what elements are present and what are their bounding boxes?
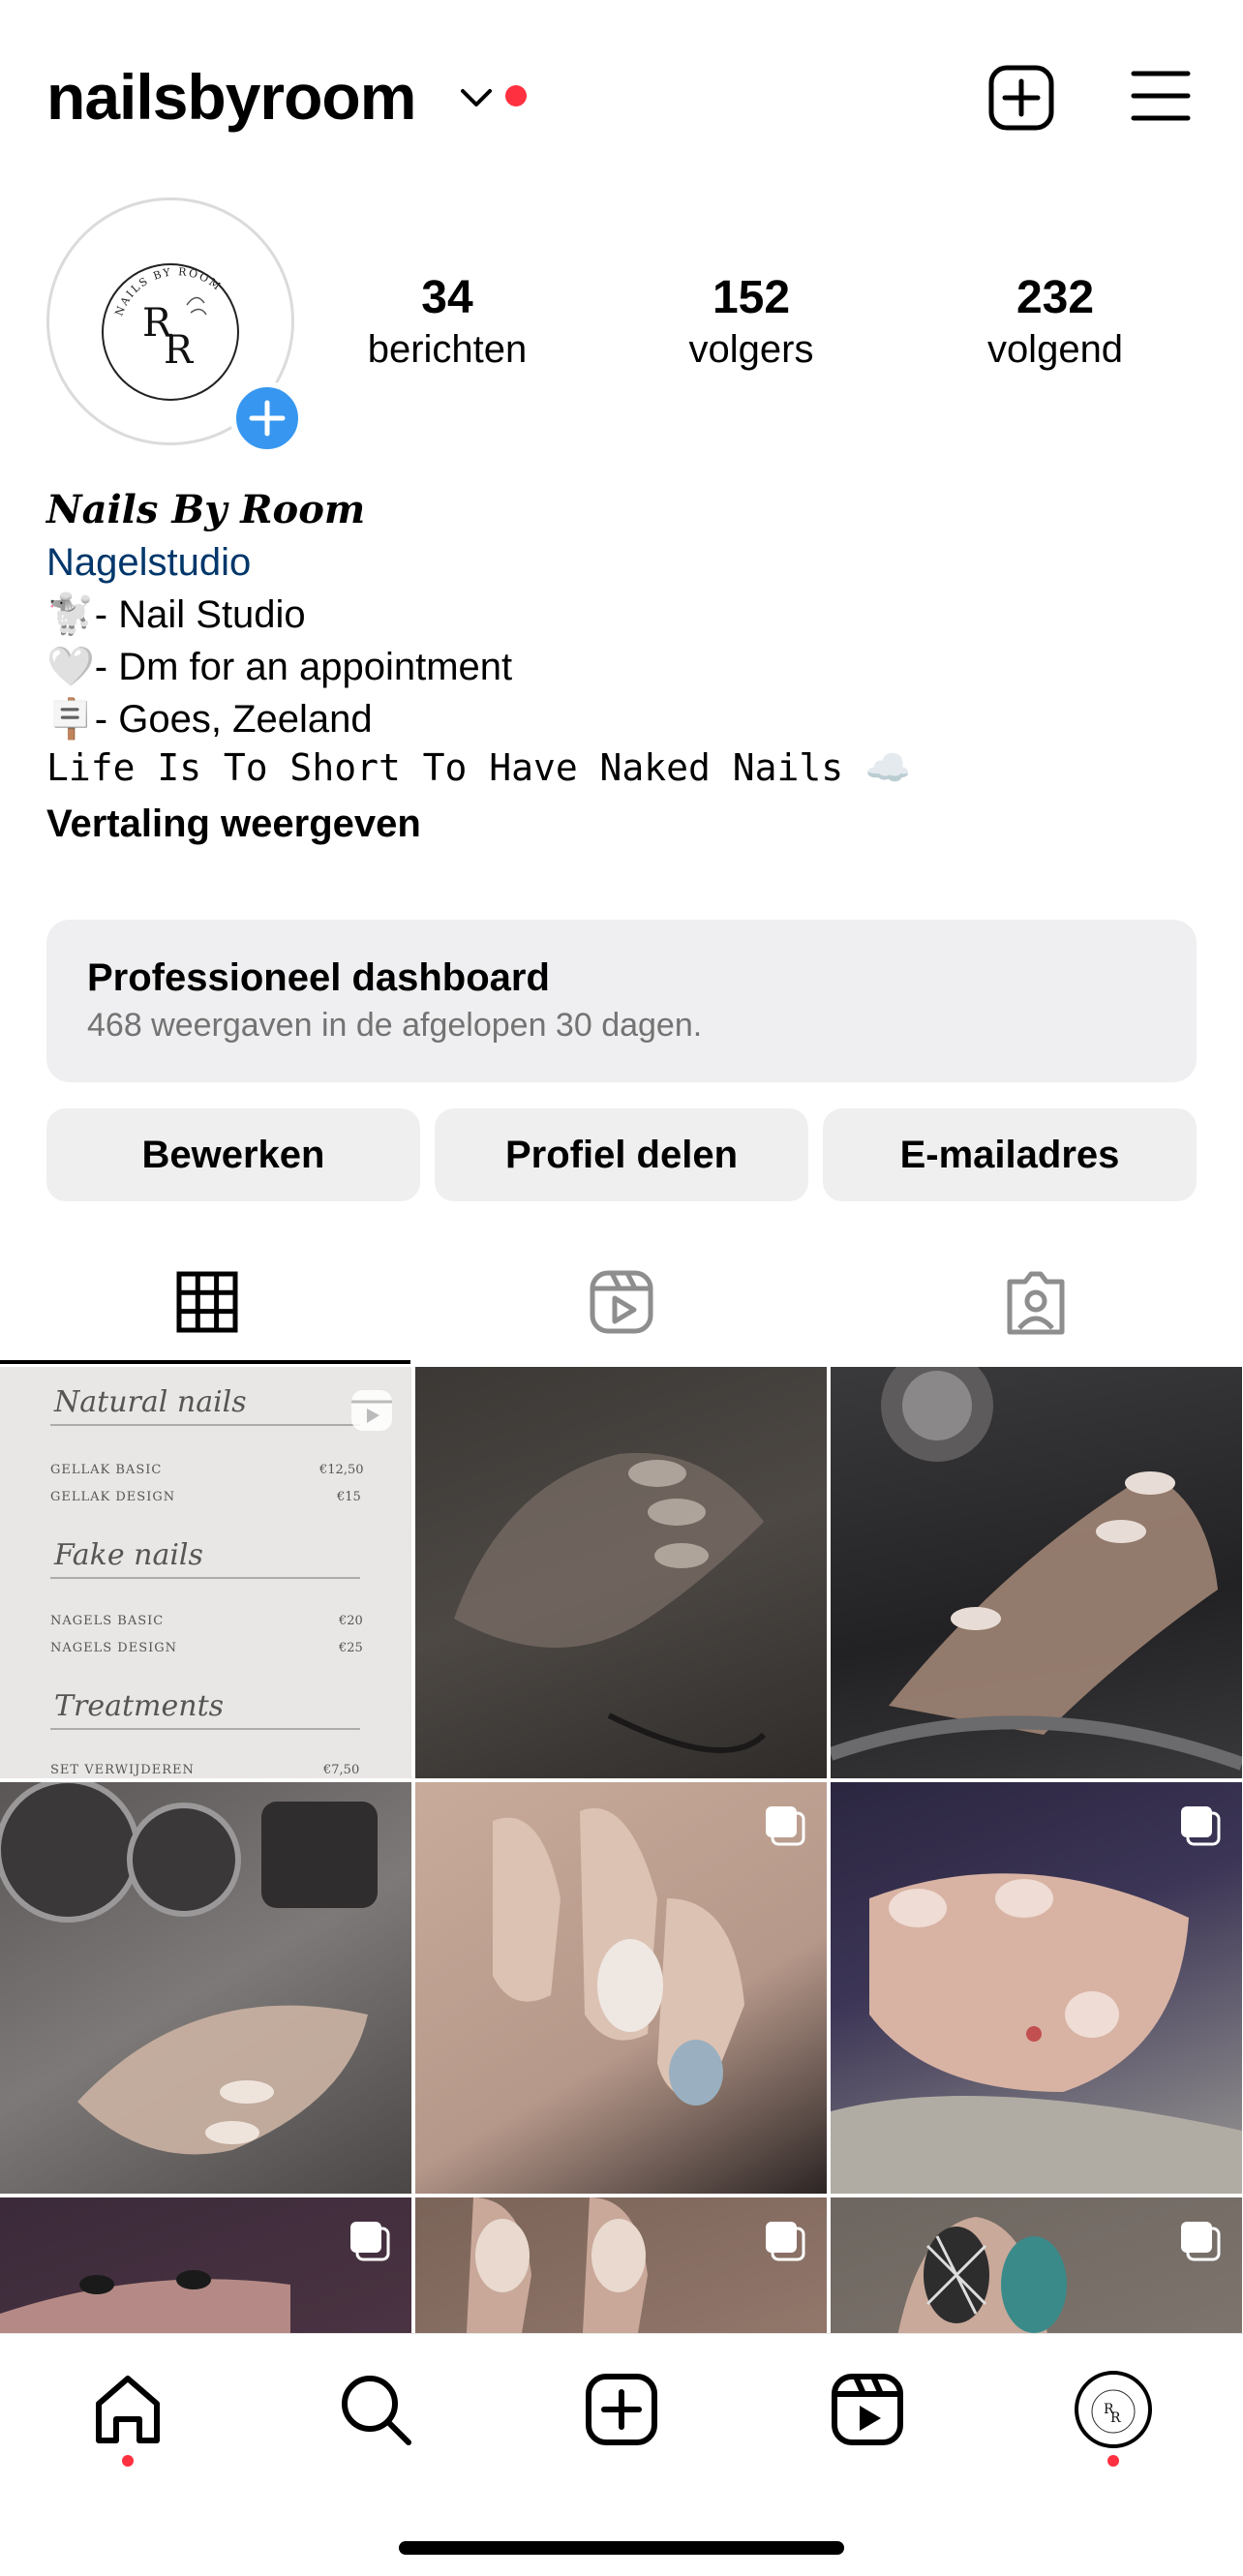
grid-post-5[interactable] <box>415 1782 827 2194</box>
grid-post-4[interactable] <box>0 1782 411 2194</box>
posts-stat[interactable]: 34 berichten <box>321 271 573 374</box>
following-count: 232 <box>1016 272 1095 323</box>
category-label[interactable]: Nagelstudio <box>46 536 1198 589</box>
menu-price-1: €12,50 <box>318 1463 364 1477</box>
menu-price-3: €20 <box>338 1614 363 1628</box>
carousel-icon <box>1181 1806 1221 1846</box>
grid-post-6[interactable] <box>831 1782 1242 2194</box>
profile-nav-avatar[interactable]: R R <box>1075 2371 1152 2448</box>
profile-activity-dot <box>1107 2455 1119 2467</box>
followers-count: 152 <box>712 272 791 323</box>
tagged-icon <box>1007 1271 1065 1335</box>
menu-item-5: SET VERWIJDEREN <box>50 1763 195 1777</box>
menu-section-2-title: Fake nails <box>53 1538 203 1572</box>
grid-post-7[interactable] <box>0 2197 411 2335</box>
nav-logo-r2: R <box>1110 2410 1121 2426</box>
bio-line-2: 🤍- Dm for an appointment <box>46 646 513 688</box>
posts-grid: Natural nails GELLAK BASIC €12,50 GELLAK… <box>0 1367 1243 2335</box>
menu-price-5: €7,50 <box>322 1763 359 1777</box>
menu-item-3: NAGELS BASIC <box>50 1614 164 1628</box>
grid-post-3[interactable] <box>831 1367 1242 1778</box>
chevron-down-icon[interactable] <box>457 79 496 118</box>
menu-price-2: €15 <box>336 1490 361 1504</box>
carousel-icon <box>766 2222 805 2261</box>
dashboard-subtitle: 468 weergaven in de afgelopen 30 dagen. <box>87 1007 703 1044</box>
nails-photo <box>454 1452 767 1753</box>
tagged-tab[interactable] <box>829 1239 1243 1365</box>
home-indicator <box>399 2541 844 2555</box>
professional-dashboard[interactable]: Professioneel dashboard 468 weergaven in… <box>46 920 1197 1082</box>
bottom-navigation: R R <box>0 2333 1243 2576</box>
home-icon[interactable] <box>89 2371 167 2448</box>
avatar-logo-small: R R <box>1091 2389 1136 2434</box>
profile-bio: 𝑵𝒂𝒊𝒍𝒔 𝑩𝒚 𝑹𝒐𝒐𝒎 Nagelstudio 🐩- Nail Studio… <box>46 484 1198 850</box>
reels-icon <box>590 1270 653 1334</box>
carousel-icon <box>1181 2222 1221 2261</box>
bio-line-3: 🪧- Goes, Zeeland <box>46 698 373 741</box>
menu-item-4: NAGELS DESIGN <box>50 1641 177 1655</box>
share-profile-button[interactable]: Profiel delen <box>435 1108 808 1201</box>
search-icon[interactable] <box>337 2371 414 2448</box>
grid-post-2[interactable] <box>415 1367 827 1778</box>
add-story-button[interactable] <box>230 381 304 455</box>
followers-label: volgers <box>688 328 814 371</box>
reels-tab[interactable] <box>414 1239 829 1365</box>
profile-avatar[interactable]: NAILS BY ROOM R R <box>46 197 304 455</box>
grid-icon <box>176 1271 238 1333</box>
menu-section-3-title: Treatments <box>54 1689 224 1723</box>
translate-link[interactable]: Vertaling weergeven <box>46 798 1198 850</box>
reel-badge-icon <box>351 1390 392 1431</box>
carousel-icon <box>350 2222 390 2261</box>
nails-photo <box>0 1782 378 2155</box>
username-switcher[interactable]: nailsbyroom <box>46 60 416 134</box>
grid-post-1[interactable]: Natural nails GELLAK BASIC €12,50 GELLAK… <box>0 1367 411 1778</box>
nails-photo <box>831 1367 1242 1771</box>
logo-r2: R <box>164 328 195 373</box>
following-stat[interactable]: 232 volgend <box>929 271 1181 374</box>
following-label: volgend <box>986 328 1124 371</box>
menu-section-1-title: Natural nails <box>53 1385 247 1419</box>
dashboard-title: Professioneel dashboard <box>87 956 550 999</box>
email-button[interactable]: E-mailadres <box>823 1108 1197 1201</box>
reels-nav-icon[interactable] <box>829 2371 906 2448</box>
create-icon[interactable] <box>583 2371 660 2448</box>
grid-post-8[interactable] <box>415 2197 827 2335</box>
followers-stat[interactable]: 152 volgers <box>625 271 877 374</box>
menu-item-1: GELLAK BASIC <box>50 1463 162 1477</box>
grid-post-9[interactable] <box>831 2197 1242 2335</box>
plus-icon <box>249 400 286 437</box>
new-post-icon[interactable] <box>987 64 1055 132</box>
profile-header: nailsbyroom <box>0 0 1243 194</box>
menu-price-4: €25 <box>338 1641 363 1655</box>
menu-item-2: GELLAK DESIGN <box>50 1490 175 1504</box>
bio-line-4: 𝙻𝚒𝚏𝚎 𝙸𝚜 𝚃𝚘 𝚂𝚑𝚘𝚛𝚝 𝚃𝚘 𝙷𝚊𝚟𝚎 𝙽𝚊𝚔𝚎𝚍 𝙽𝚊𝚒𝚕𝚜 ☁️ <box>46 750 912 792</box>
notification-dot <box>505 85 527 106</box>
posts-count: 34 <box>421 272 473 323</box>
posts-label: berichten <box>367 328 528 371</box>
carousel-icon <box>766 1806 805 1846</box>
active-tab-indicator <box>0 1360 410 1364</box>
grid-tab[interactable] <box>0 1239 414 1365</box>
menu-icon[interactable] <box>1131 68 1191 124</box>
display-name: 𝑵𝒂𝒊𝒍𝒔 𝑩𝒚 𝑹𝒐𝒐𝒎 <box>46 487 366 532</box>
edit-profile-button[interactable]: Bewerken <box>46 1108 420 1201</box>
bio-line-1: 🐩- Nail Studio <box>46 593 306 636</box>
home-activity-dot <box>122 2455 134 2467</box>
